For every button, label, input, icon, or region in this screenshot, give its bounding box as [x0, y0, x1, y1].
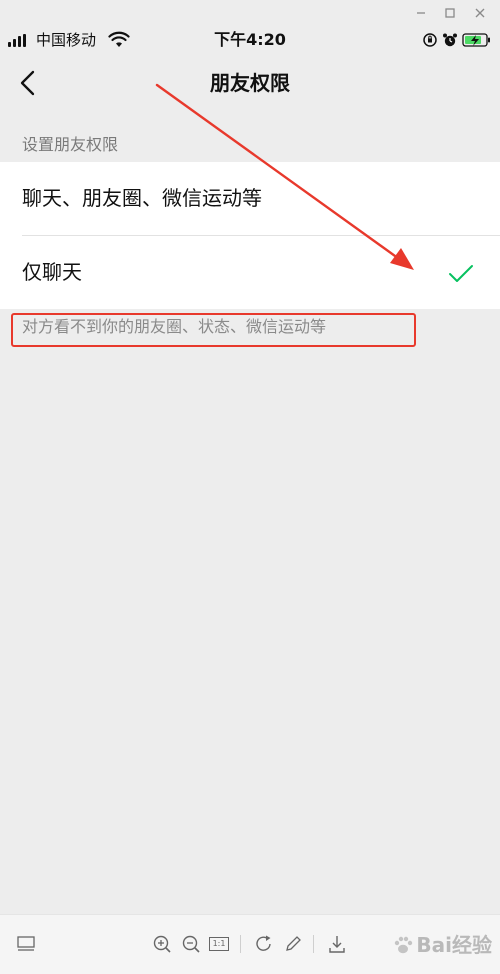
orientation-lock-icon — [423, 33, 437, 47]
option-chat-moments-werun[interactable]: 聊天、朋友圈、微信运动等 — [0, 162, 500, 236]
download-icon[interactable] — [326, 933, 348, 955]
minimize-icon[interactable] — [412, 4, 430, 22]
permission-options-list: 聊天、朋友圈、微信运动等 仅聊天 — [0, 162, 500, 309]
paw-logo-icon — [395, 936, 413, 954]
toolbar-separator — [313, 935, 314, 953]
maximize-icon[interactable] — [441, 4, 459, 22]
option-label: 聊天、朋友圈、微信运动等 — [22, 186, 262, 210]
status-icons — [422, 31, 492, 49]
watermark-text: Bai经验 — [416, 933, 492, 957]
checkmark-icon — [446, 258, 476, 288]
viewer-window-bar — [0, 0, 500, 26]
option-label: 仅聊天 — [22, 260, 82, 284]
nav-bar: 朋友权限 — [0, 54, 500, 112]
edit-pencil-icon[interactable] — [282, 933, 304, 955]
baidu-jingyan-watermark: Bai经验 — [392, 929, 492, 961]
image-viewer-toolbar: 1:1 Bai经验 — [0, 914, 500, 974]
rotate-icon[interactable] — [253, 933, 275, 955]
thumbnail-panel-icon[interactable] — [15, 933, 37, 955]
battery-charging-icon — [462, 33, 490, 47]
zoom-in-icon[interactable] — [151, 933, 173, 955]
close-icon[interactable] — [471, 4, 489, 22]
section-header: 设置朋友权限 — [22, 135, 119, 154]
zoom-out-icon[interactable] — [180, 933, 202, 955]
toolbar-separator — [240, 935, 241, 953]
actual-size-button[interactable]: 1:1 — [209, 933, 231, 955]
annotation-highlight-box — [11, 313, 416, 347]
page-title: 朋友权限 — [210, 71, 290, 95]
option-chat-only[interactable]: 仅聊天 — [0, 236, 500, 309]
screenshot-frame: 中国移动 下午4:20 朋友权限 设置朋友权限 聊天、朋友圈、微信运动等 仅聊天… — [0, 0, 500, 974]
alarm-icon — [443, 33, 457, 47]
actual-size-label: 1:1 — [209, 937, 229, 951]
status-bar: 中国移动 下午4:20 — [0, 26, 500, 54]
